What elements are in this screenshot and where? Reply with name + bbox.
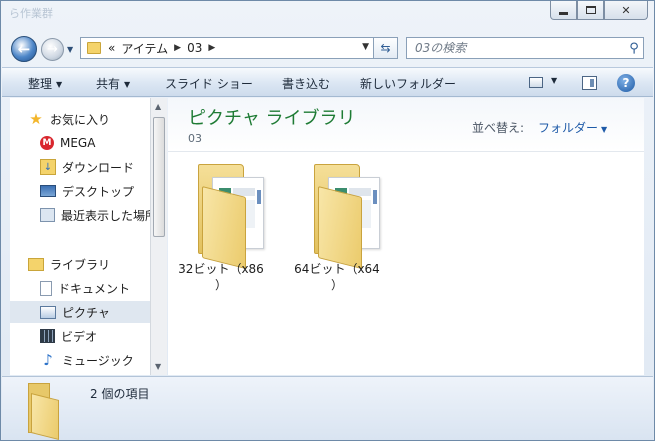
help-glyph: ? <box>622 76 630 90</box>
library-subtitle: 03 <box>188 132 202 145</box>
music-icon: ♪ <box>43 351 53 369</box>
breadcrumb-overflow[interactable]: « <box>105 41 118 55</box>
caption-buttons: ✕ <box>550 1 648 20</box>
chevron-down-icon: ▼ <box>56 80 63 89</box>
close-icon: ✕ <box>621 3 631 17</box>
scroll-up-icon[interactable]: ▲ <box>155 102 161 111</box>
sidebar-item-label: デスクトップ <box>62 184 135 199</box>
sidebar-item-pictures[interactable]: ピクチャ <box>10 301 150 323</box>
navigation-row: ← → ▼ « アイテム ▶ 03 ▶ ▼ ⇆ ⚲ <box>1 33 654 63</box>
video-icon <box>40 329 55 343</box>
refresh-button[interactable]: ⇆ <box>374 37 398 59</box>
sidebar-item-label: ミュージック <box>62 353 134 368</box>
folder-name-text: 32ビット（x86 ） <box>178 262 264 292</box>
navigation-pane: ★ お気に入り M MEGA ↓ ダウンロード デスクトップ 最近表示した場所 … <box>10 98 150 375</box>
new-folder-button[interactable]: 新しいフォルダー <box>360 75 456 92</box>
explorer-window: ら作業群 ✕ ← → ▼ « アイテム ▶ 03 ▶ ▼ ⇆ ⚲ 整理▼ 共有▼… <box>0 0 655 441</box>
view-options-icon[interactable] <box>529 77 543 88</box>
page-title: ピクチャ ライブラリ <box>188 108 356 129</box>
preview-pane-icon[interactable] <box>582 76 597 90</box>
close-button[interactable]: ✕ <box>604 1 648 20</box>
scroll-down-icon[interactable]: ▼ <box>155 362 161 371</box>
folder-icon <box>28 383 66 440</box>
maximize-button[interactable] <box>577 1 604 20</box>
organize-button[interactable]: 整理 ▼ <box>28 75 62 92</box>
file-list-pane: ピクチャ ライブラリ 03 並べ替え: フォルダー▼ 32ビット（x86 ） <box>168 98 644 375</box>
chevron-down-icon: ▼ <box>124 80 131 89</box>
help-icon[interactable]: ? <box>617 74 635 92</box>
maximize-icon <box>585 6 596 14</box>
share-label: 共有 <box>96 77 121 91</box>
download-folder-icon: ↓ <box>40 159 56 175</box>
desktop-icon <box>40 185 56 197</box>
address-dropdown-icon[interactable]: ▼ <box>362 42 369 52</box>
sidebar-item-favorites[interactable]: ★ お気に入り <box>28 108 150 130</box>
command-bar: 整理 ▼ 共有 ▼ スライド ショー 書き込む 新しいフォルダー ▼ ? <box>2 67 653 97</box>
search-icon[interactable]: ⚲ <box>625 41 643 56</box>
minimize-icon <box>559 11 568 15</box>
sidebar-item-desktop[interactable]: デスクトップ <box>40 180 150 202</box>
folder-name: 32ビット（x86 ） <box>176 261 266 293</box>
pictures-icon <box>40 305 56 319</box>
sidebar-item-mega[interactable]: M MEGA <box>40 132 150 154</box>
burn-button[interactable]: 書き込む <box>282 75 330 92</box>
folder-icon <box>87 42 101 54</box>
navigation-scrollbar[interactable]: ▲ ▼ <box>150 98 167 375</box>
sidebar-item-label: ドキュメント <box>58 281 131 296</box>
sidebar-item-label: ライブラリ <box>50 257 111 272</box>
sidebar-item-label: ピクチャ <box>62 305 110 320</box>
sidebar-item-recent-places[interactable]: 最近表示した場所 <box>40 204 150 226</box>
sidebar-item-label: お気に入り <box>50 112 111 127</box>
mega-icon: M <box>40 136 54 150</box>
folder-icon <box>198 164 268 269</box>
title-bar: ら作業群 ✕ <box>1 1 654 29</box>
library-icon <box>28 257 44 271</box>
sidebar-item-label: 最近表示した場所 <box>61 208 150 223</box>
refresh-icon: ⇆ <box>380 41 391 55</box>
back-arrow-icon: ← <box>17 40 31 58</box>
recent-places-icon <box>40 208 55 222</box>
search-box[interactable]: ⚲ <box>406 37 644 59</box>
item-count: 2 個の項目 <box>90 387 150 401</box>
sidebar-item-music[interactable]: ♪ ミュージック <box>40 349 150 371</box>
sidebar-item-downloads[interactable]: ↓ ダウンロード <box>40 156 150 178</box>
chevron-down-icon: ▼ <box>67 45 74 54</box>
folder-item-32bit[interactable]: 32ビット（x86 ） <box>176 158 266 298</box>
scrollbar-thumb[interactable] <box>153 117 165 237</box>
breadcrumb-separator-icon[interactable]: ▶ <box>205 43 218 53</box>
arrange-by-value: フォルダー <box>538 121 599 135</box>
arrange-by-label: 並べ替え: <box>472 121 525 135</box>
view-dropdown-icon[interactable]: ▼ <box>551 76 557 85</box>
folder-name: 64ビット（x64 ） <box>292 261 382 293</box>
slideshow-button[interactable]: スライド ショー <box>165 75 253 92</box>
address-bar[interactable]: « アイテム ▶ 03 ▶ ▼ <box>80 37 374 59</box>
details-pane: 2 個の項目 <box>2 376 653 440</box>
breadcrumb-item-03[interactable]: 03 <box>184 41 205 55</box>
sidebar-item-documents[interactable]: ドキュメント <box>40 277 150 299</box>
sidebar-item-label: ビデオ <box>61 329 98 344</box>
folder-item-64bit[interactable]: 64ビット（x64 ） <box>292 158 382 298</box>
sidebar-item-libraries[interactable]: ライブラリ <box>28 253 150 275</box>
breadcrumb-item-items[interactable]: アイテム <box>118 40 171 57</box>
search-input[interactable] <box>415 41 625 55</box>
forward-arrow-icon: → <box>47 42 58 57</box>
recent-pages-button[interactable]: ▼ <box>67 45 73 54</box>
forward-button[interactable]: → <box>41 38 64 61</box>
sidebar-item-label: MEGA <box>60 136 96 150</box>
documents-icon <box>40 280 52 296</box>
sidebar-item-videos[interactable]: ビデオ <box>40 325 150 347</box>
back-button[interactable]: ← <box>11 36 37 62</box>
organize-label: 整理 <box>28 77 53 91</box>
library-header: ピクチャ ライブラリ 03 並べ替え: フォルダー ▼ <box>168 98 644 152</box>
star-icon: ★ <box>29 110 43 128</box>
breadcrumb-separator-icon[interactable]: ▶ <box>171 43 184 53</box>
minimize-button[interactable] <box>550 1 577 20</box>
folder-name-text: 64ビット（x64 ） <box>294 262 380 292</box>
sidebar-item-label: ダウンロード <box>62 160 135 175</box>
arrange-by-dropdown[interactable]: フォルダー ▼ <box>538 119 607 136</box>
share-button[interactable]: 共有 ▼ <box>96 75 130 92</box>
window-title: ら作業群 <box>9 7 53 20</box>
chevron-down-icon: ▼ <box>601 125 608 134</box>
folder-icon <box>314 164 384 269</box>
